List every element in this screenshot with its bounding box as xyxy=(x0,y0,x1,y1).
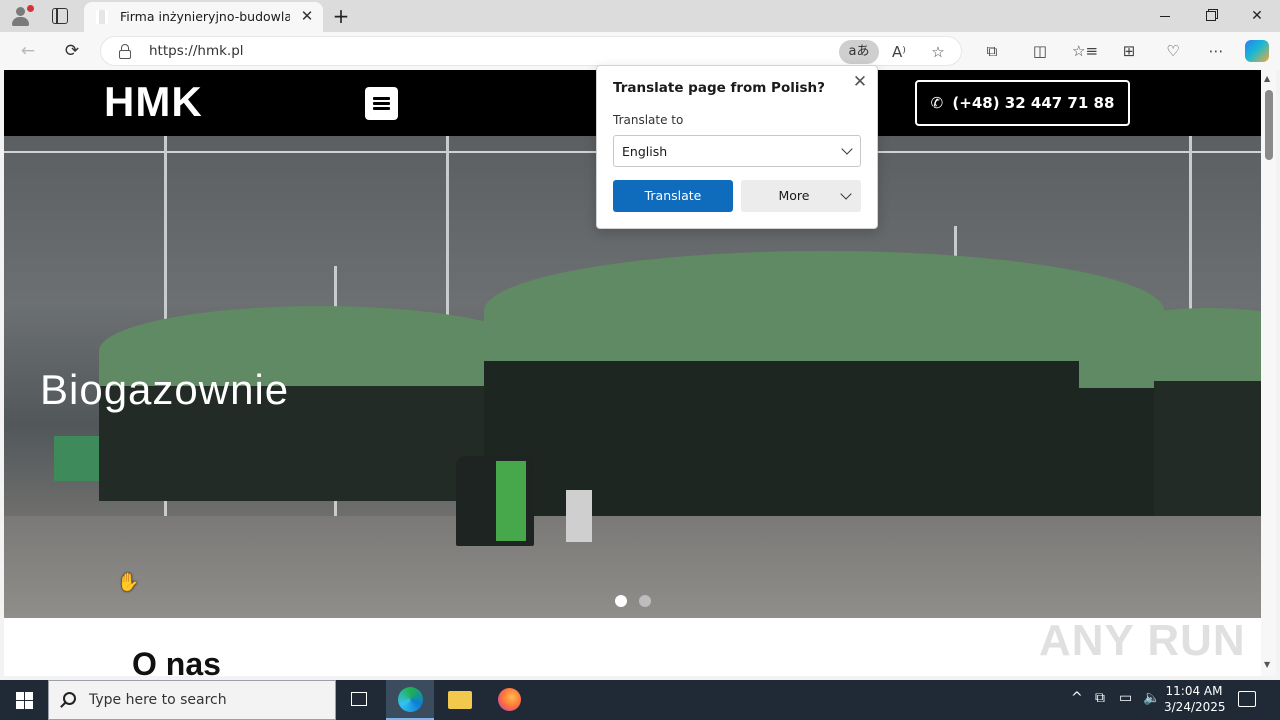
profile-icon[interactable] xyxy=(10,5,34,27)
search-placeholder: Type here to search xyxy=(89,692,227,708)
browser-essentials-icon[interactable]: ♡ xyxy=(1161,39,1185,63)
network-icon[interactable]: ▭ xyxy=(1119,690,1132,706)
address-bar[interactable]: https://hmk.pl aあ A⁾ ☆ xyxy=(100,36,962,66)
favorite-star-icon[interactable]: ☆ xyxy=(926,40,950,64)
phone-icon: ✆ xyxy=(930,94,944,112)
biogas-tank xyxy=(1154,381,1261,521)
search-icon xyxy=(63,692,76,705)
restore-button[interactable] xyxy=(1188,0,1234,32)
start-button[interactable] xyxy=(0,680,48,720)
translate-button[interactable]: Translate xyxy=(613,180,733,212)
close-window-button[interactable]: ✕ xyxy=(1234,0,1280,32)
language-select[interactable]: English xyxy=(613,135,861,167)
lock-icon[interactable] xyxy=(119,44,131,59)
ground xyxy=(4,516,1261,618)
notifications-icon[interactable] xyxy=(1238,691,1256,707)
collections-icon[interactable]: ⊞ xyxy=(1117,39,1141,63)
phone-button[interactable]: ✆ (+48) 32 447 71 88 xyxy=(915,80,1130,126)
tab-actions-icon[interactable] xyxy=(52,8,68,24)
taskbar-search[interactable]: Type here to search xyxy=(48,680,336,720)
biogas-dome xyxy=(484,251,1164,371)
hamburger-menu-button[interactable] xyxy=(365,87,398,120)
tab-strip: Firma inżynieryjno-budowlana | HMK ✕ + ✕ xyxy=(0,0,1280,32)
phone-number: (+48) 32 447 71 88 xyxy=(952,94,1115,112)
copilot-icon[interactable] xyxy=(1245,40,1269,62)
restore-icon xyxy=(1206,11,1216,21)
folder-icon xyxy=(448,691,472,709)
about-section-title: O nas xyxy=(132,646,221,676)
selected-language: English xyxy=(622,144,668,159)
tab-title: Firma inżynieryjno-budowlana | HMK xyxy=(120,9,290,24)
page-scrollbar[interactable]: ▲ ▼ xyxy=(1261,70,1276,676)
minimize-icon xyxy=(1160,15,1170,17)
back-button[interactable]: ← xyxy=(17,40,39,62)
task-view-button[interactable] xyxy=(336,680,384,720)
new-tab-button[interactable]: + xyxy=(330,5,352,27)
site-logo[interactable]: HMK xyxy=(104,78,203,126)
read-aloud-icon[interactable]: A⁾ xyxy=(887,40,911,64)
clock-date: 3/24/2025 xyxy=(1164,700,1226,714)
tab-close-icon[interactable]: ✕ xyxy=(299,8,315,24)
popup-close-icon[interactable]: ✕ xyxy=(851,73,869,91)
chevron-down-icon xyxy=(840,188,852,200)
split-screen-icon[interactable]: ◫ xyxy=(1028,39,1052,63)
file-explorer-button[interactable] xyxy=(436,680,484,720)
chevron-down-icon xyxy=(841,143,853,155)
edge-taskbar-button[interactable] xyxy=(386,680,434,720)
settings-menu-icon[interactable]: ⋯ xyxy=(1204,39,1228,63)
translate-to-label: Translate to xyxy=(613,113,684,127)
hero-title: Biogazownie xyxy=(40,366,290,413)
favorites-icon[interactable]: ☆≡ xyxy=(1072,39,1098,63)
more-button-label: More xyxy=(778,188,810,203)
slider-dot-1[interactable] xyxy=(615,595,627,607)
firefox-button[interactable] xyxy=(485,680,533,720)
more-button[interactable]: More xyxy=(741,180,861,212)
electric-box xyxy=(566,490,592,542)
scroll-up-icon[interactable]: ▲ xyxy=(1264,74,1270,83)
reload-button[interactable]: ⟳ xyxy=(61,40,83,62)
taskbar-clock[interactable]: 11:04 AM 3/24/2025 xyxy=(1164,683,1226,715)
clock-time: 11:04 AM xyxy=(1165,684,1223,698)
translate-popup-title: Translate page from Polish? xyxy=(613,80,825,96)
url-text[interactable]: https://hmk.pl xyxy=(149,43,244,59)
translate-popup: Translate page from Polish? ✕ Translate … xyxy=(596,65,878,229)
windows-taskbar: Type here to search ^ ⧉ ▭ 🔈 11:04 AM 3/2… xyxy=(0,680,1280,720)
green-container xyxy=(54,436,99,481)
slider-dot-2[interactable] xyxy=(639,595,651,607)
translate-icon[interactable]: aあ xyxy=(839,40,879,64)
tray-chevron-icon[interactable]: ^ xyxy=(1071,690,1083,706)
anyrun-watermark: ANY RUN xyxy=(1039,616,1246,665)
tab-favicon-icon xyxy=(96,10,108,24)
volume-icon[interactable]: 🔈 xyxy=(1143,690,1160,706)
edge-icon xyxy=(398,687,423,712)
active-tab[interactable]: Firma inżynieryjno-budowlana | HMK ✕ xyxy=(84,2,323,32)
task-view-icon xyxy=(351,692,367,706)
hand-cursor-icon: ✋ xyxy=(117,572,140,593)
container-panel xyxy=(496,461,526,541)
firefox-icon xyxy=(498,688,521,711)
meet-now-icon[interactable]: ⧉ xyxy=(1095,690,1105,706)
minimize-button[interactable] xyxy=(1142,0,1188,32)
scroll-thumb[interactable] xyxy=(1265,90,1273,160)
scroll-down-icon[interactable]: ▼ xyxy=(1264,660,1270,669)
extensions-icon[interactable]: ⧉ xyxy=(980,39,1004,63)
